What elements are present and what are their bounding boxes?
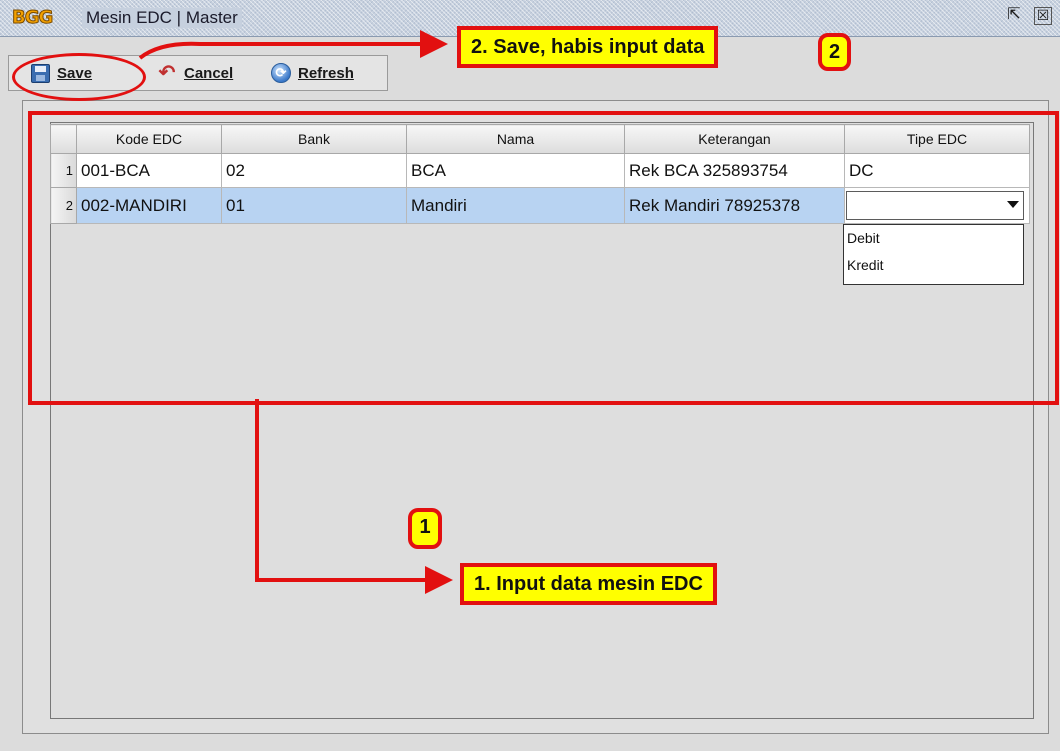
annotation-step1-label: 1. Input data mesin EDC <box>460 563 717 605</box>
cancel-button[interactable]: ↶ Cancel <box>157 62 234 84</box>
cancel-button-label: Cancel <box>184 64 234 82</box>
annotation-step2-label: 2. Save, habis input data <box>457 26 719 68</box>
refresh-button-label: Refresh <box>298 64 354 82</box>
annotation-save-highlight <box>12 53 146 101</box>
refresh-icon: ⟳ <box>271 63 291 83</box>
refresh-button[interactable]: ⟳ Refresh <box>271 62 354 84</box>
undo-arrow-icon: ↶ <box>158 62 176 84</box>
window-title: Mesin EDC | Master <box>82 8 242 28</box>
annotation-step2-number: 2 <box>818 33 851 71</box>
app-logo: BGG <box>11 7 53 29</box>
annotation-table-highlight <box>28 111 1059 405</box>
restore-window-icon[interactable]: ⇱ <box>1005 6 1023 24</box>
annotation-step1-number: 1 <box>408 508 442 549</box>
close-window-icon[interactable]: ☒ <box>1034 7 1052 25</box>
